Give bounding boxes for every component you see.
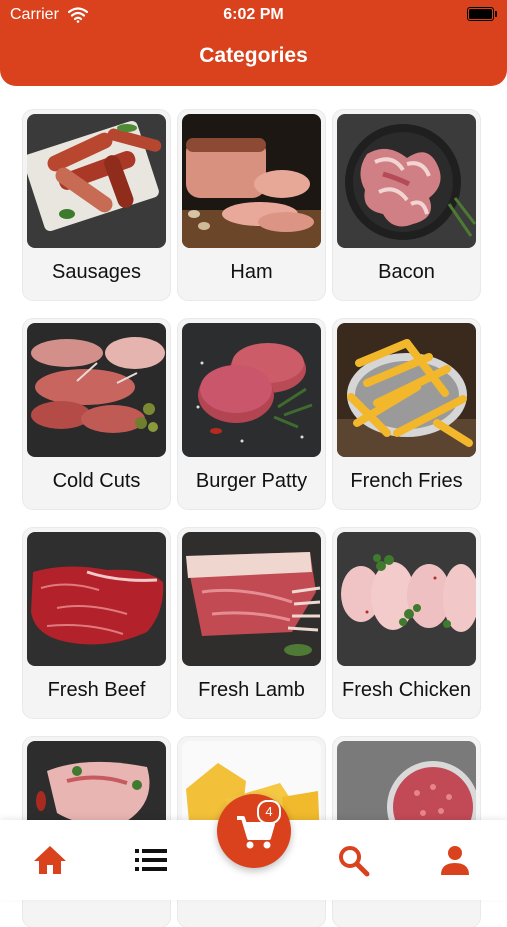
bacon-image [337,114,476,248]
category-label: Fresh Chicken [342,679,471,701]
ham-image [182,114,321,248]
home-icon [34,846,66,874]
category-card-fresh-lamb[interactable]: Fresh Lamb [178,528,325,718]
category-card-fresh-chicken[interactable]: Fresh Chicken [333,528,480,718]
category-label: Ham [230,261,273,283]
status-time: 6:02 PM [223,6,284,23]
category-label: Bacon [378,261,435,283]
app-header: Carrier 6:02 PM Categories [0,0,507,86]
category-grid: Sausages Ham Bacon Cold Cuts Burger Patt… [0,0,507,927]
search-icon [339,846,370,877]
category-card-cold-cuts[interactable]: Cold Cuts [23,319,170,509]
category-label: Burger Patty [195,470,308,492]
category-label: French Fries [350,470,463,492]
fresh-lamb-image [182,532,321,666]
status-bar: Carrier 6:02 PM [0,0,507,30]
category-card-ham[interactable]: Ham [178,110,325,300]
fresh-chicken-image [337,532,476,666]
sausages-image [27,114,166,248]
category-label: Fresh Lamb [198,679,305,701]
category-card-sausages[interactable]: Sausages [23,110,170,300]
category-card-fresh-beef[interactable]: Fresh Beef [23,528,170,718]
category-label: Sausages [52,261,141,283]
nav-search-button[interactable] [333,840,373,880]
cart-count-badge: 4 [257,800,281,824]
battery-icon [467,7,497,21]
list-icon [135,849,167,871]
page-title: Categories [199,44,308,67]
french-fries-image [337,323,476,457]
cart-button[interactable]: 4 [217,794,291,868]
burger-patty-image [182,323,321,457]
category-card-bacon[interactable]: Bacon [333,110,480,300]
category-card-french-fries[interactable]: French Fries [333,319,480,509]
category-label: Fresh Beef [47,679,146,701]
category-label: Cold Cuts [52,470,141,492]
nav-profile-button[interactable] [435,840,475,880]
cold-cuts-image [27,323,166,457]
fresh-beef-image [27,532,166,666]
nav-categories-button[interactable] [131,840,171,880]
nav-home-button[interactable] [30,840,70,880]
category-card-burger-patty[interactable]: Burger Patty [178,319,325,509]
profile-icon [441,846,469,875]
